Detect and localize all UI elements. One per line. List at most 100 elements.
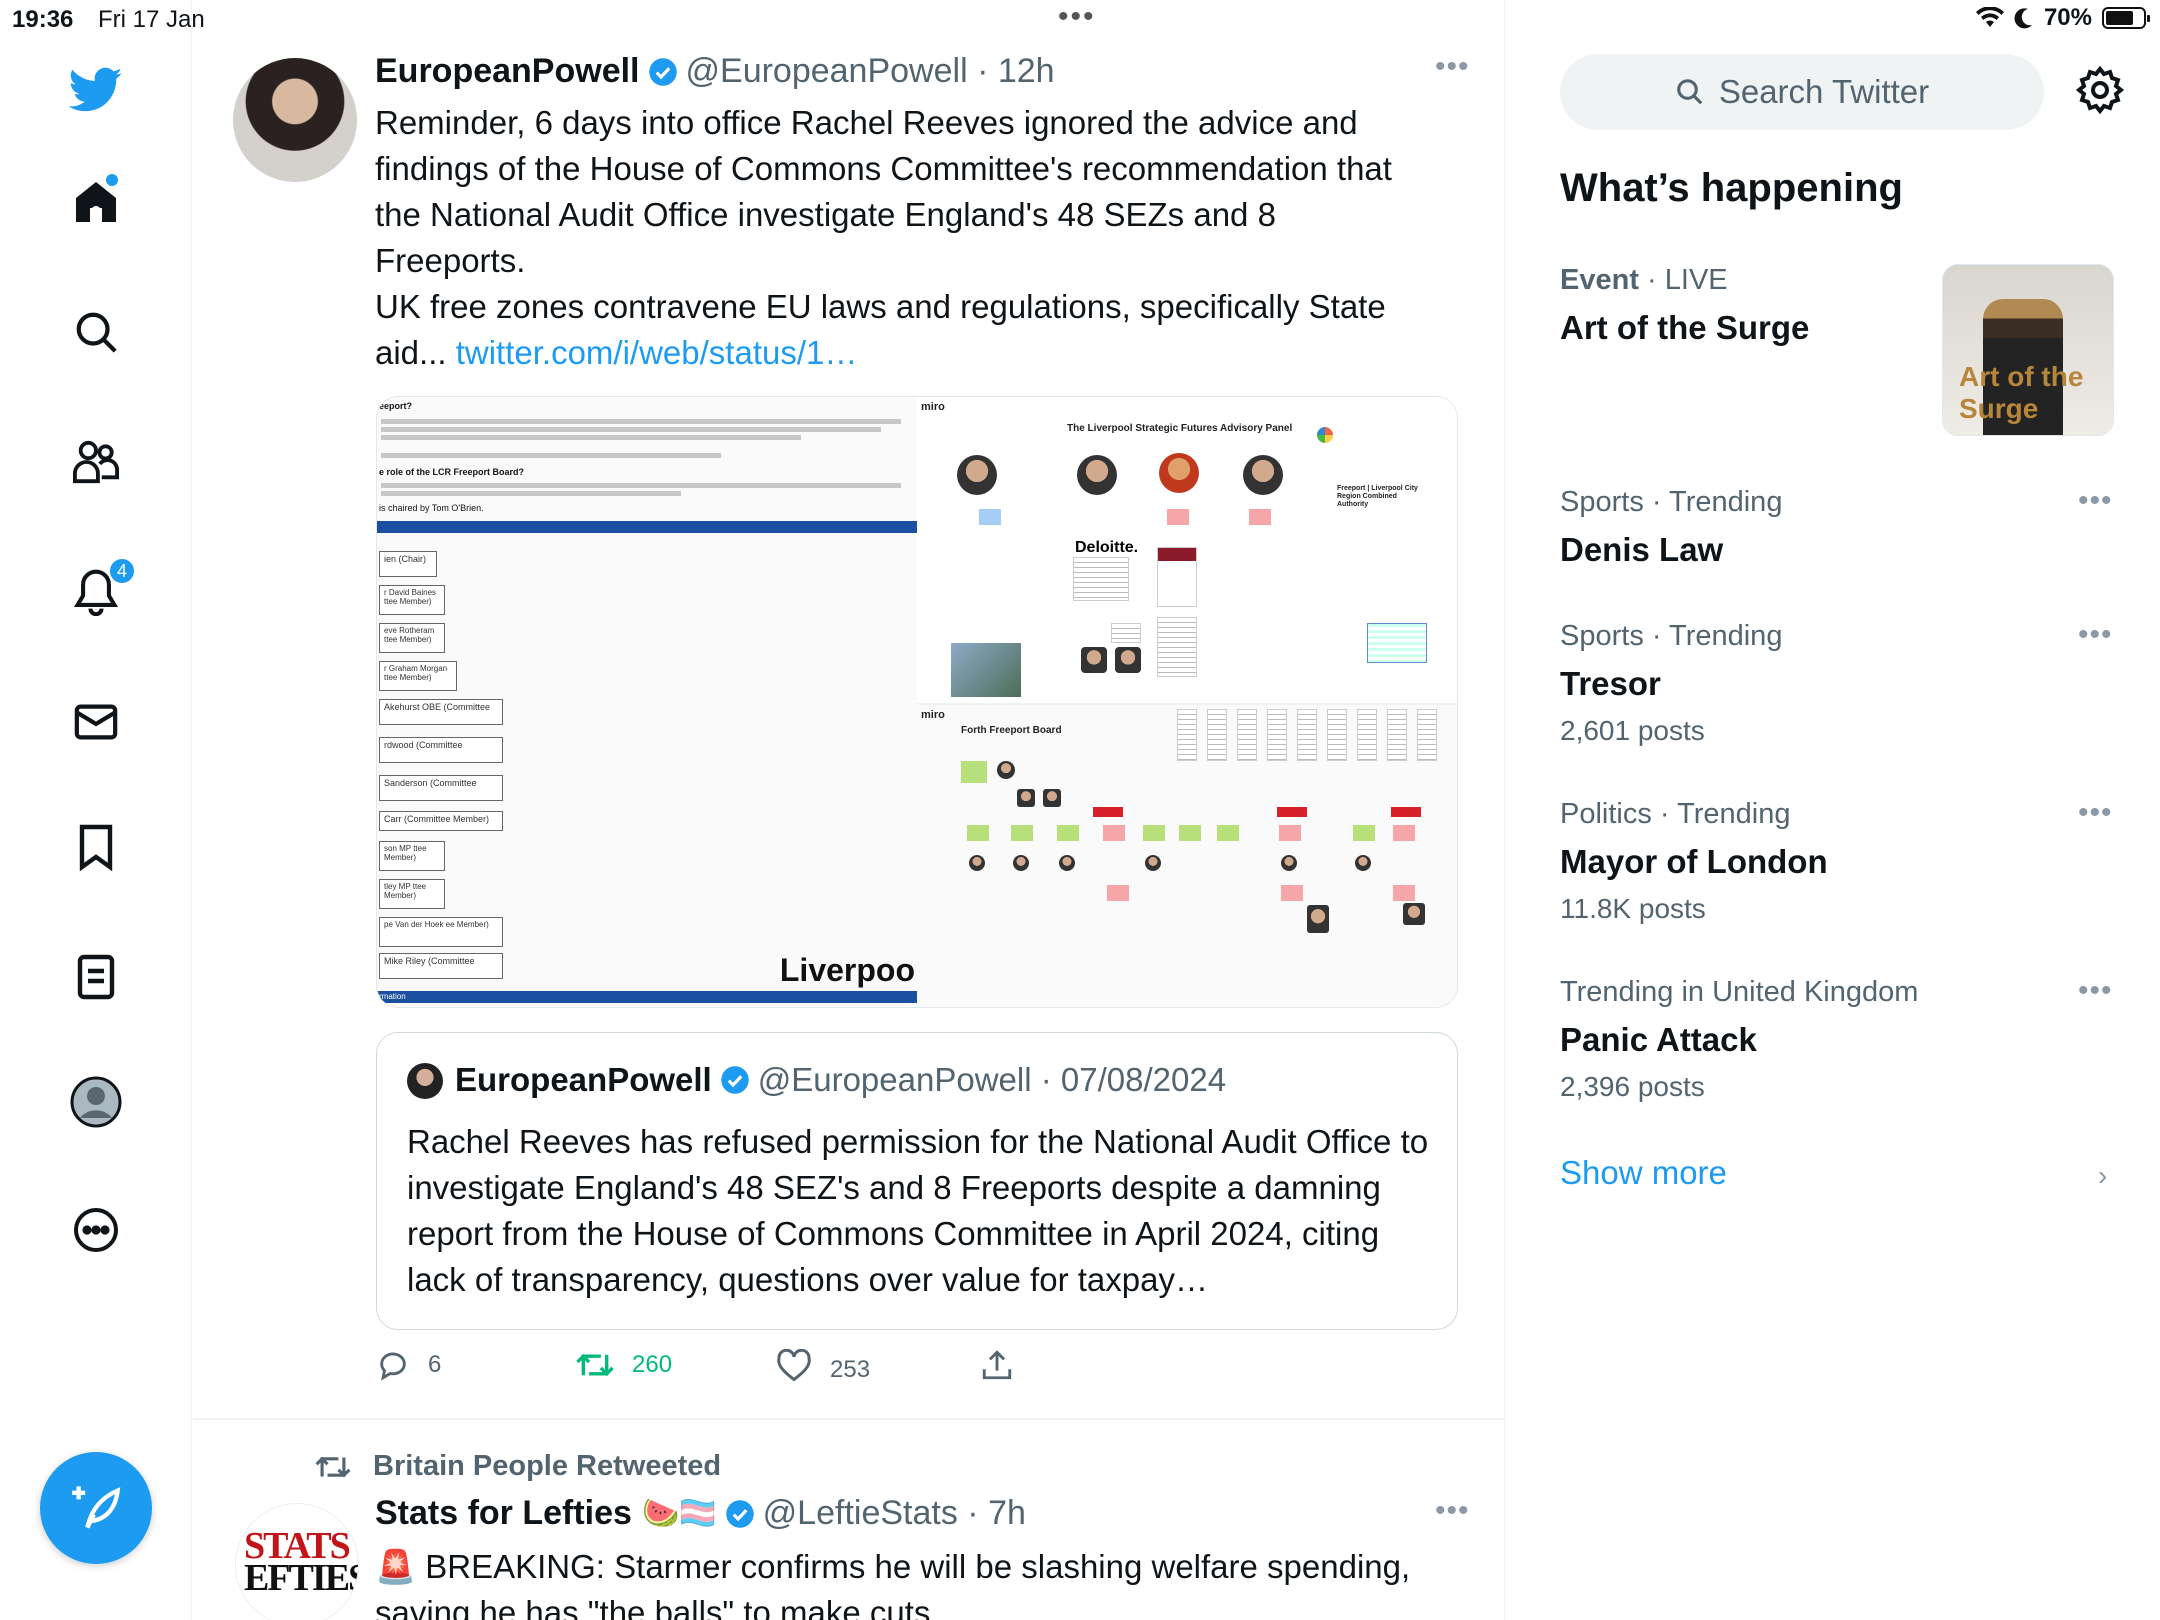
media-member: tley MP ttee Member): [379, 879, 445, 909]
tweet-time[interactable]: 7h: [988, 1494, 1026, 1533]
media-member: r David Baines ttee Member): [379, 585, 445, 615]
retweet-button[interactable]: 260: [576, 1348, 672, 1382]
status-right: 70%: [1975, 4, 2150, 32]
author-name[interactable]: EuropeanPowell: [375, 52, 640, 91]
timeline: EuropeanPowell @EuropeanPowell · 12h •••…: [193, 0, 1505, 1620]
author-handle[interactable]: @LeftieStats: [763, 1494, 958, 1533]
media-member: ien (Chair): [379, 551, 437, 577]
media-member: Sanderson (Committee: [379, 775, 503, 801]
media-right-panel: miro The Liverpool Strategic Futures Adv…: [917, 397, 1457, 1007]
explore-search-icon[interactable]: [64, 300, 128, 364]
media-question: e role of the LCR Freeport Board?: [379, 467, 525, 477]
trend-name: Panic Attack: [1560, 1021, 1757, 1058]
trend-posts: 2,396 posts: [1560, 1071, 1705, 1102]
author-name[interactable]: Stats for Lefties: [375, 1494, 632, 1533]
share-icon: [982, 1350, 1012, 1380]
trend-name: Denis Law: [1560, 531, 1724, 568]
reply-icon: [380, 1352, 406, 1381]
trend-item[interactable]: Trending in United Kingdom Panic Attack …: [1560, 976, 2120, 1103]
miro-logo: miro: [921, 709, 945, 721]
media-member: son MP ttee Member): [379, 841, 445, 871]
trend-item[interactable]: Sports · Trending Denis Law: [1560, 486, 2120, 569]
trend-live: LIVE: [1664, 264, 1728, 296]
trend-more-icon[interactable]: •••: [2078, 618, 2113, 652]
trend-item[interactable]: Sports · Trending Tresor 2,601 posts: [1560, 620, 2120, 747]
trend-image-title: Art of the Surge: [1959, 361, 2084, 424]
tweet-header: Stats for Lefties 🍉🏳️‍⚧️ @LeftieStats · …: [375, 1494, 1026, 1533]
show-more-link[interactable]: Show more: [1560, 1154, 1727, 1192]
battery-percent: 70%: [2043, 4, 2092, 31]
verified-badge-icon: [720, 1066, 749, 1094]
author-avatar[interactable]: STATS EFTIES: [235, 1503, 359, 1620]
freeport-lcr-text: Freeport | Liverpool City Region Combine…: [1337, 485, 1418, 508]
board-title: Forth Freeport Board: [961, 725, 1062, 736]
media-member: Carr (Committee Member): [379, 811, 503, 831]
trend-category: Trending in United Kingdom: [1560, 976, 1919, 1008]
quoted-author-handle: @EuropeanPowell: [757, 1061, 1032, 1098]
miro-board-liverpool: miro The Liverpool Strategic Futures Adv…: [917, 397, 1457, 703]
retweet-icon: [315, 1456, 351, 1477]
search-icon: [1677, 79, 1703, 105]
share-button[interactable]: [980, 1348, 1014, 1382]
tweet-body: Reminder, 6 days into office Rachel Reev…: [375, 104, 1392, 371]
more-options-icon[interactable]: [64, 1198, 128, 1262]
lists-icon[interactable]: [64, 945, 128, 1009]
media-member: Mike Riley (Committee: [379, 953, 503, 979]
trend-thumbnail-image[interactable]: Art of the Surge: [1942, 264, 2114, 436]
chevron-right-icon: ›: [2098, 1160, 2108, 1191]
media-footer: rmation: [379, 992, 406, 1001]
media-brand-text: Liverpoo: [779, 952, 915, 988]
battery-icon: [2102, 7, 2150, 29]
media-heading: eeport?: [379, 401, 413, 411]
home-unread-dot: [106, 174, 118, 186]
author-handle[interactable]: @EuropeanPowell: [686, 52, 968, 91]
settings-gear-icon[interactable]: [2076, 66, 2124, 114]
verified-badge-icon: [648, 57, 677, 86]
bookmarks-icon[interactable]: [64, 815, 128, 879]
name-emojis: 🍉🏳️‍⚧️: [641, 1497, 717, 1530]
tweet-actions: 6 260 253: [376, 1348, 1076, 1398]
left-nav: 4: [0, 0, 192, 1620]
trend-name: Tresor: [1560, 665, 1661, 702]
heart-icon: [777, 1349, 811, 1382]
trend-category: Event: [1560, 264, 1639, 296]
deloitte-logo: Deloitte.: [1075, 539, 1139, 556]
communities-icon[interactable]: [64, 430, 128, 494]
retweeted-by-text[interactable]: Britain People Retweeted: [373, 1450, 721, 1483]
quoted-author-avatar: [407, 1063, 443, 1099]
tweet-media-image[interactable]: eeport? e role of the LCR Freeport Board…: [376, 396, 1458, 1008]
moon-icon: [2014, 8, 2032, 29]
search-input[interactable]: Search Twitter: [1560, 54, 2044, 130]
quoted-tweet[interactable]: EuropeanPowell @EuropeanPowell · 07/08/2…: [376, 1032, 1458, 1330]
trend-more-icon[interactable]: •••: [2078, 796, 2113, 830]
compose-tweet-button[interactable]: [40, 1452, 152, 1564]
media-chair-text: is chaired by Tom O'Brien.: [379, 503, 484, 513]
tweet-divider: [193, 1418, 1505, 1420]
trend-category: Politics · Trending: [1560, 798, 1791, 830]
media-left-panel: eeport? e role of the LCR Freeport Board…: [377, 397, 917, 1007]
media-member: rdwood (Committee: [379, 737, 503, 763]
trend-more-icon[interactable]: •••: [2078, 484, 2113, 518]
wifi-icon: [1975, 7, 2004, 27]
miro-logo: miro: [921, 401, 945, 413]
tweet-time[interactable]: 12h: [998, 52, 1055, 91]
retweet-count: 260: [632, 1351, 673, 1378]
media-member: r Graham Morgan ttee Member): [379, 661, 457, 691]
reply-button[interactable]: 6: [376, 1348, 441, 1382]
messages-mail-icon[interactable]: [64, 690, 128, 754]
tweet-link[interactable]: twitter.com/i/web/status/1…: [456, 334, 858, 371]
twitter-logo-icon[interactable]: [64, 58, 128, 122]
tweet-more-icon[interactable]: •••: [1435, 1494, 1470, 1528]
trend-item[interactable]: Politics · Trending Mayor of London 11.8…: [1560, 798, 2120, 925]
profile-avatar-icon[interactable]: [64, 1070, 128, 1134]
trend-more-icon[interactable]: •••: [2078, 974, 2113, 1008]
tweet-more-icon[interactable]: •••: [1435, 50, 1470, 84]
author-avatar[interactable]: [233, 58, 357, 182]
home-icon[interactable]: [64, 170, 128, 234]
stats-for-lefties-logo: STATS EFTIES: [244, 1525, 359, 1599]
trend-category: Sports · Trending: [1560, 486, 1783, 518]
quoted-tweet-header: EuropeanPowell @EuropeanPowell · 07/08/2…: [455, 1061, 1227, 1098]
media-member: eve Rotheram ttee Member): [379, 623, 445, 653]
tweet-header: EuropeanPowell @EuropeanPowell · 12h: [375, 52, 1055, 91]
like-button[interactable]: 253: [776, 1348, 870, 1384]
